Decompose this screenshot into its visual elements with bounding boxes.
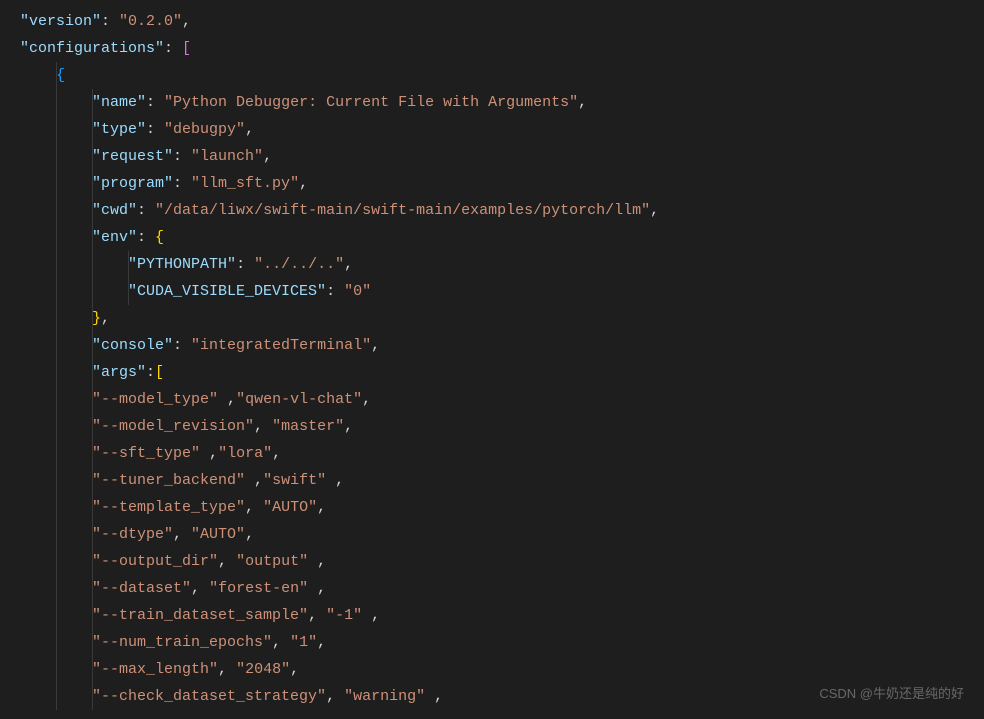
- code-line[interactable]: "--model_revision", "master",: [20, 413, 984, 440]
- code-line[interactable]: "request": "launch",: [20, 143, 984, 170]
- code-line[interactable]: "cwd": "/data/liwx/swift-main/swift-main…: [20, 197, 984, 224]
- code-line[interactable]: "CUDA_VISIBLE_DEVICES": "0": [20, 278, 984, 305]
- code-line[interactable]: "--model_type" ,"qwen-vl-chat",: [20, 386, 984, 413]
- code-line[interactable]: "args":[: [20, 359, 984, 386]
- code-line[interactable]: "type": "debugpy",: [20, 116, 984, 143]
- code-line[interactable]: "--sft_type" ,"lora",: [20, 440, 984, 467]
- code-line[interactable]: {: [20, 62, 984, 89]
- code-line[interactable]: "console": "integratedTerminal",: [20, 332, 984, 359]
- code-line[interactable]: "--train_dataset_sample", "-1" ,: [20, 602, 984, 629]
- code-line[interactable]: "--template_type", "AUTO",: [20, 494, 984, 521]
- code-line[interactable]: "--output_dir", "output" ,: [20, 548, 984, 575]
- code-line[interactable]: },: [20, 305, 984, 332]
- code-line[interactable]: "--dataset", "forest-en" ,: [20, 575, 984, 602]
- code-line[interactable]: "configurations": [: [20, 35, 984, 62]
- code-line[interactable]: "version": "0.2.0",: [20, 8, 984, 35]
- code-line[interactable]: "PYTHONPATH": "../../..",: [20, 251, 984, 278]
- code-line[interactable]: "--tuner_backend" ,"swift" ,: [20, 467, 984, 494]
- code-line[interactable]: "--max_length", "2048",: [20, 656, 984, 683]
- code-line[interactable]: "program": "llm_sft.py",: [20, 170, 984, 197]
- code-line[interactable]: "env": {: [20, 224, 984, 251]
- code-line[interactable]: "--dtype", "AUTO",: [20, 521, 984, 548]
- watermark-text: CSDN @牛奶还是纯的好: [819, 680, 964, 707]
- code-line[interactable]: "--num_train_epochs", "1",: [20, 629, 984, 656]
- code-line[interactable]: "name": "Python Debugger: Current File w…: [20, 89, 984, 116]
- code-editor[interactable]: "version": "0.2.0","configurations": [ {…: [0, 0, 984, 710]
